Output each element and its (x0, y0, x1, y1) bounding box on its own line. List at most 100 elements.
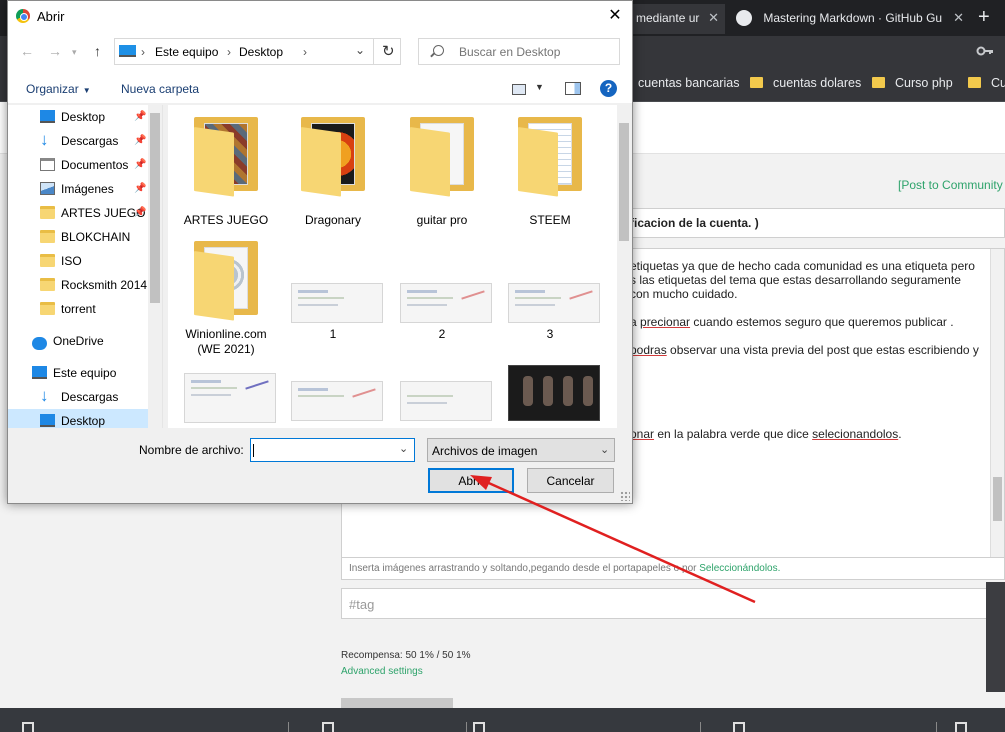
file-item-image-4[interactable] (174, 367, 278, 428)
window-icon[interactable] (733, 722, 745, 732)
folder-icon (40, 230, 55, 243)
nav-item-desktop[interactable]: Desktop 📌 (8, 105, 148, 129)
file-item-dragonary[interactable]: Dragonary (281, 109, 385, 227)
tab-title: Mastering Markdown · GitHub Gu (763, 11, 943, 25)
refresh-icon[interactable]: ↻ (382, 42, 395, 60)
folder-icon (194, 241, 258, 321)
search-input[interactable] (459, 45, 614, 59)
github-icon (736, 9, 752, 26)
organize-menu-button[interactable]: Organizar ▼ (26, 82, 91, 96)
filetype-select[interactable]: Archivos de imagen ⌄ (427, 438, 615, 462)
bookmark-item[interactable]: cuentas bancarias (638, 76, 739, 90)
cancel-button[interactable]: Cancelar (527, 468, 614, 493)
key-icon[interactable] (976, 42, 994, 60)
close-tab-icon[interactable]: ✕ (953, 4, 964, 32)
open-button[interactable]: Abrir (428, 468, 514, 493)
image-thumbnail (400, 283, 492, 323)
dialog-titlebar[interactable]: Abrir ✕ (8, 1, 632, 32)
bookmark-item[interactable]: Cu (968, 76, 1005, 90)
preview-pane-icon[interactable] (565, 82, 581, 95)
nav-item-descargas[interactable]: Descargas📌 (8, 128, 148, 153)
resize-grip-icon[interactable] (620, 491, 630, 501)
title-value: ficacion de la cuenta. ) (630, 216, 759, 230)
filename-combobox[interactable]: ⌄ (250, 438, 415, 462)
nav-item-iso[interactable]: ISO (8, 249, 148, 273)
file-item-image-6[interactable] (390, 367, 494, 428)
recent-chevron-icon[interactable]: ▾ (72, 47, 77, 58)
scrollbar-thumb[interactable] (993, 477, 1002, 521)
up-arrow-icon[interactable]: ↑ (94, 43, 101, 59)
editor-line: onar en la palabra verde que dice seleci… (630, 427, 902, 441)
divider (288, 722, 289, 732)
navigation-pane: Desktop📌 Descargas📌 Documentos📌 Imágenes… (8, 105, 163, 428)
help-icon[interactable]: ? (600, 80, 617, 97)
reward-text: Recompensa: 50 1% / 50 1% (341, 650, 471, 661)
nav-item-descargas-pc[interactable]: Descargas (8, 384, 148, 409)
tag-input[interactable]: #tag (341, 588, 989, 619)
breadcrumb-este-equipo[interactable]: Este equipo (155, 45, 218, 59)
browser-tab-github[interactable]: Mastering Markdown · GitHub Gu ✕ (730, 4, 970, 34)
folder-icon (301, 117, 365, 197)
select-images-link[interactable]: Seleccionándolos. (699, 563, 780, 574)
chevron-down-icon[interactable]: ⌄ (399, 442, 408, 455)
file-item-image-5[interactable] (281, 367, 385, 428)
chevron-down-icon[interactable]: ⌄ (355, 43, 365, 57)
browser-tab[interactable]: mediante ur ✕ (630, 4, 725, 34)
editor-line: podras observar una vista previa del pos… (630, 343, 979, 357)
pin-icon: 📌 (134, 159, 147, 170)
image-thumbnail (291, 381, 383, 421)
file-item-image-1[interactable]: 1 (281, 233, 385, 343)
nav-item-este-equipo[interactable]: Este equipo (8, 361, 148, 385)
advanced-settings-link[interactable]: Advanced settings (341, 666, 423, 677)
nav-scrollbar[interactable] (148, 105, 162, 428)
bookmark-item[interactable]: Curso php (872, 76, 953, 90)
file-item-winionline[interactable]: Winionline.com (WE 2021) (174, 233, 278, 357)
folder-icon (872, 77, 885, 89)
nav-item-torrent[interactable]: torrent (8, 297, 148, 321)
filename-label: Nombre de archivo: (139, 443, 244, 457)
file-item-guitar-pro[interactable]: guitar pro (390, 109, 494, 227)
window-icon[interactable] (473, 722, 485, 732)
new-folder-button[interactable]: Nueva carpeta (121, 82, 199, 96)
filename-input[interactable] (254, 442, 394, 456)
desktop-icon (40, 110, 55, 123)
scrollbar-thumb[interactable] (619, 123, 629, 241)
window-icon[interactable] (955, 722, 967, 732)
nav-item-blokchain[interactable]: BLOKCHAIN (8, 225, 148, 249)
address-bar[interactable]: › Este equipo › Desktop › ⌄ ↻ (114, 38, 401, 65)
image-upload-hint: Inserta imágenes arrastrando y soltando,… (341, 558, 1005, 580)
new-tab-button[interactable]: + (978, 4, 990, 30)
scrollbar-thumb[interactable] (150, 113, 160, 303)
file-item-image-3[interactable]: 3 (498, 233, 602, 343)
change-view-icon[interactable] (512, 84, 526, 95)
editor-line: a precionar cuando estemos seguro que qu… (630, 315, 954, 329)
file-item-steem[interactable]: STEEM (498, 109, 602, 227)
breadcrumb-desktop[interactable]: Desktop (239, 45, 283, 59)
editor-scrollbar[interactable] (990, 249, 1004, 557)
file-list-scrollbar[interactable] (617, 105, 632, 428)
submit-button[interactable] (341, 698, 453, 708)
search-box[interactable] (418, 38, 620, 65)
file-item-image-2[interactable]: 2 (390, 233, 494, 343)
nav-item-onedrive[interactable]: OneDrive (8, 329, 148, 353)
nav-item-desktop-pc[interactable]: Desktop (8, 409, 148, 428)
side-panel (986, 582, 1005, 692)
bookmark-item[interactable]: cuentas dolares (750, 76, 861, 90)
close-tab-icon[interactable]: ✕ (708, 4, 719, 32)
nav-item-documentos[interactable]: Documentos 📌 (8, 153, 148, 177)
file-item-image-7[interactable] (498, 365, 602, 428)
close-icon[interactable]: ✕ (602, 5, 628, 27)
nav-item-rocksmith[interactable]: Rocksmith 2014 (8, 273, 148, 297)
folder-icon (194, 117, 258, 197)
file-item-artes-juego[interactable]: ARTES JUEGO (174, 109, 278, 227)
onedrive-icon (32, 337, 47, 350)
window-icon[interactable] (22, 722, 34, 732)
back-arrow-icon[interactable]: ← (20, 43, 34, 59)
post-to-community-link[interactable]: [Post to Community (898, 178, 1003, 192)
documents-icon (40, 158, 55, 171)
nav-item-imagenes[interactable]: Imágenes 📌 (8, 177, 148, 201)
window-icon[interactable] (322, 722, 334, 732)
caret-down-icon[interactable]: ▼ (535, 82, 544, 92)
nav-item-artes-juego[interactable]: ARTES JUEGO 📌 (8, 201, 148, 225)
forward-arrow-icon[interactable]: → (48, 43, 62, 59)
